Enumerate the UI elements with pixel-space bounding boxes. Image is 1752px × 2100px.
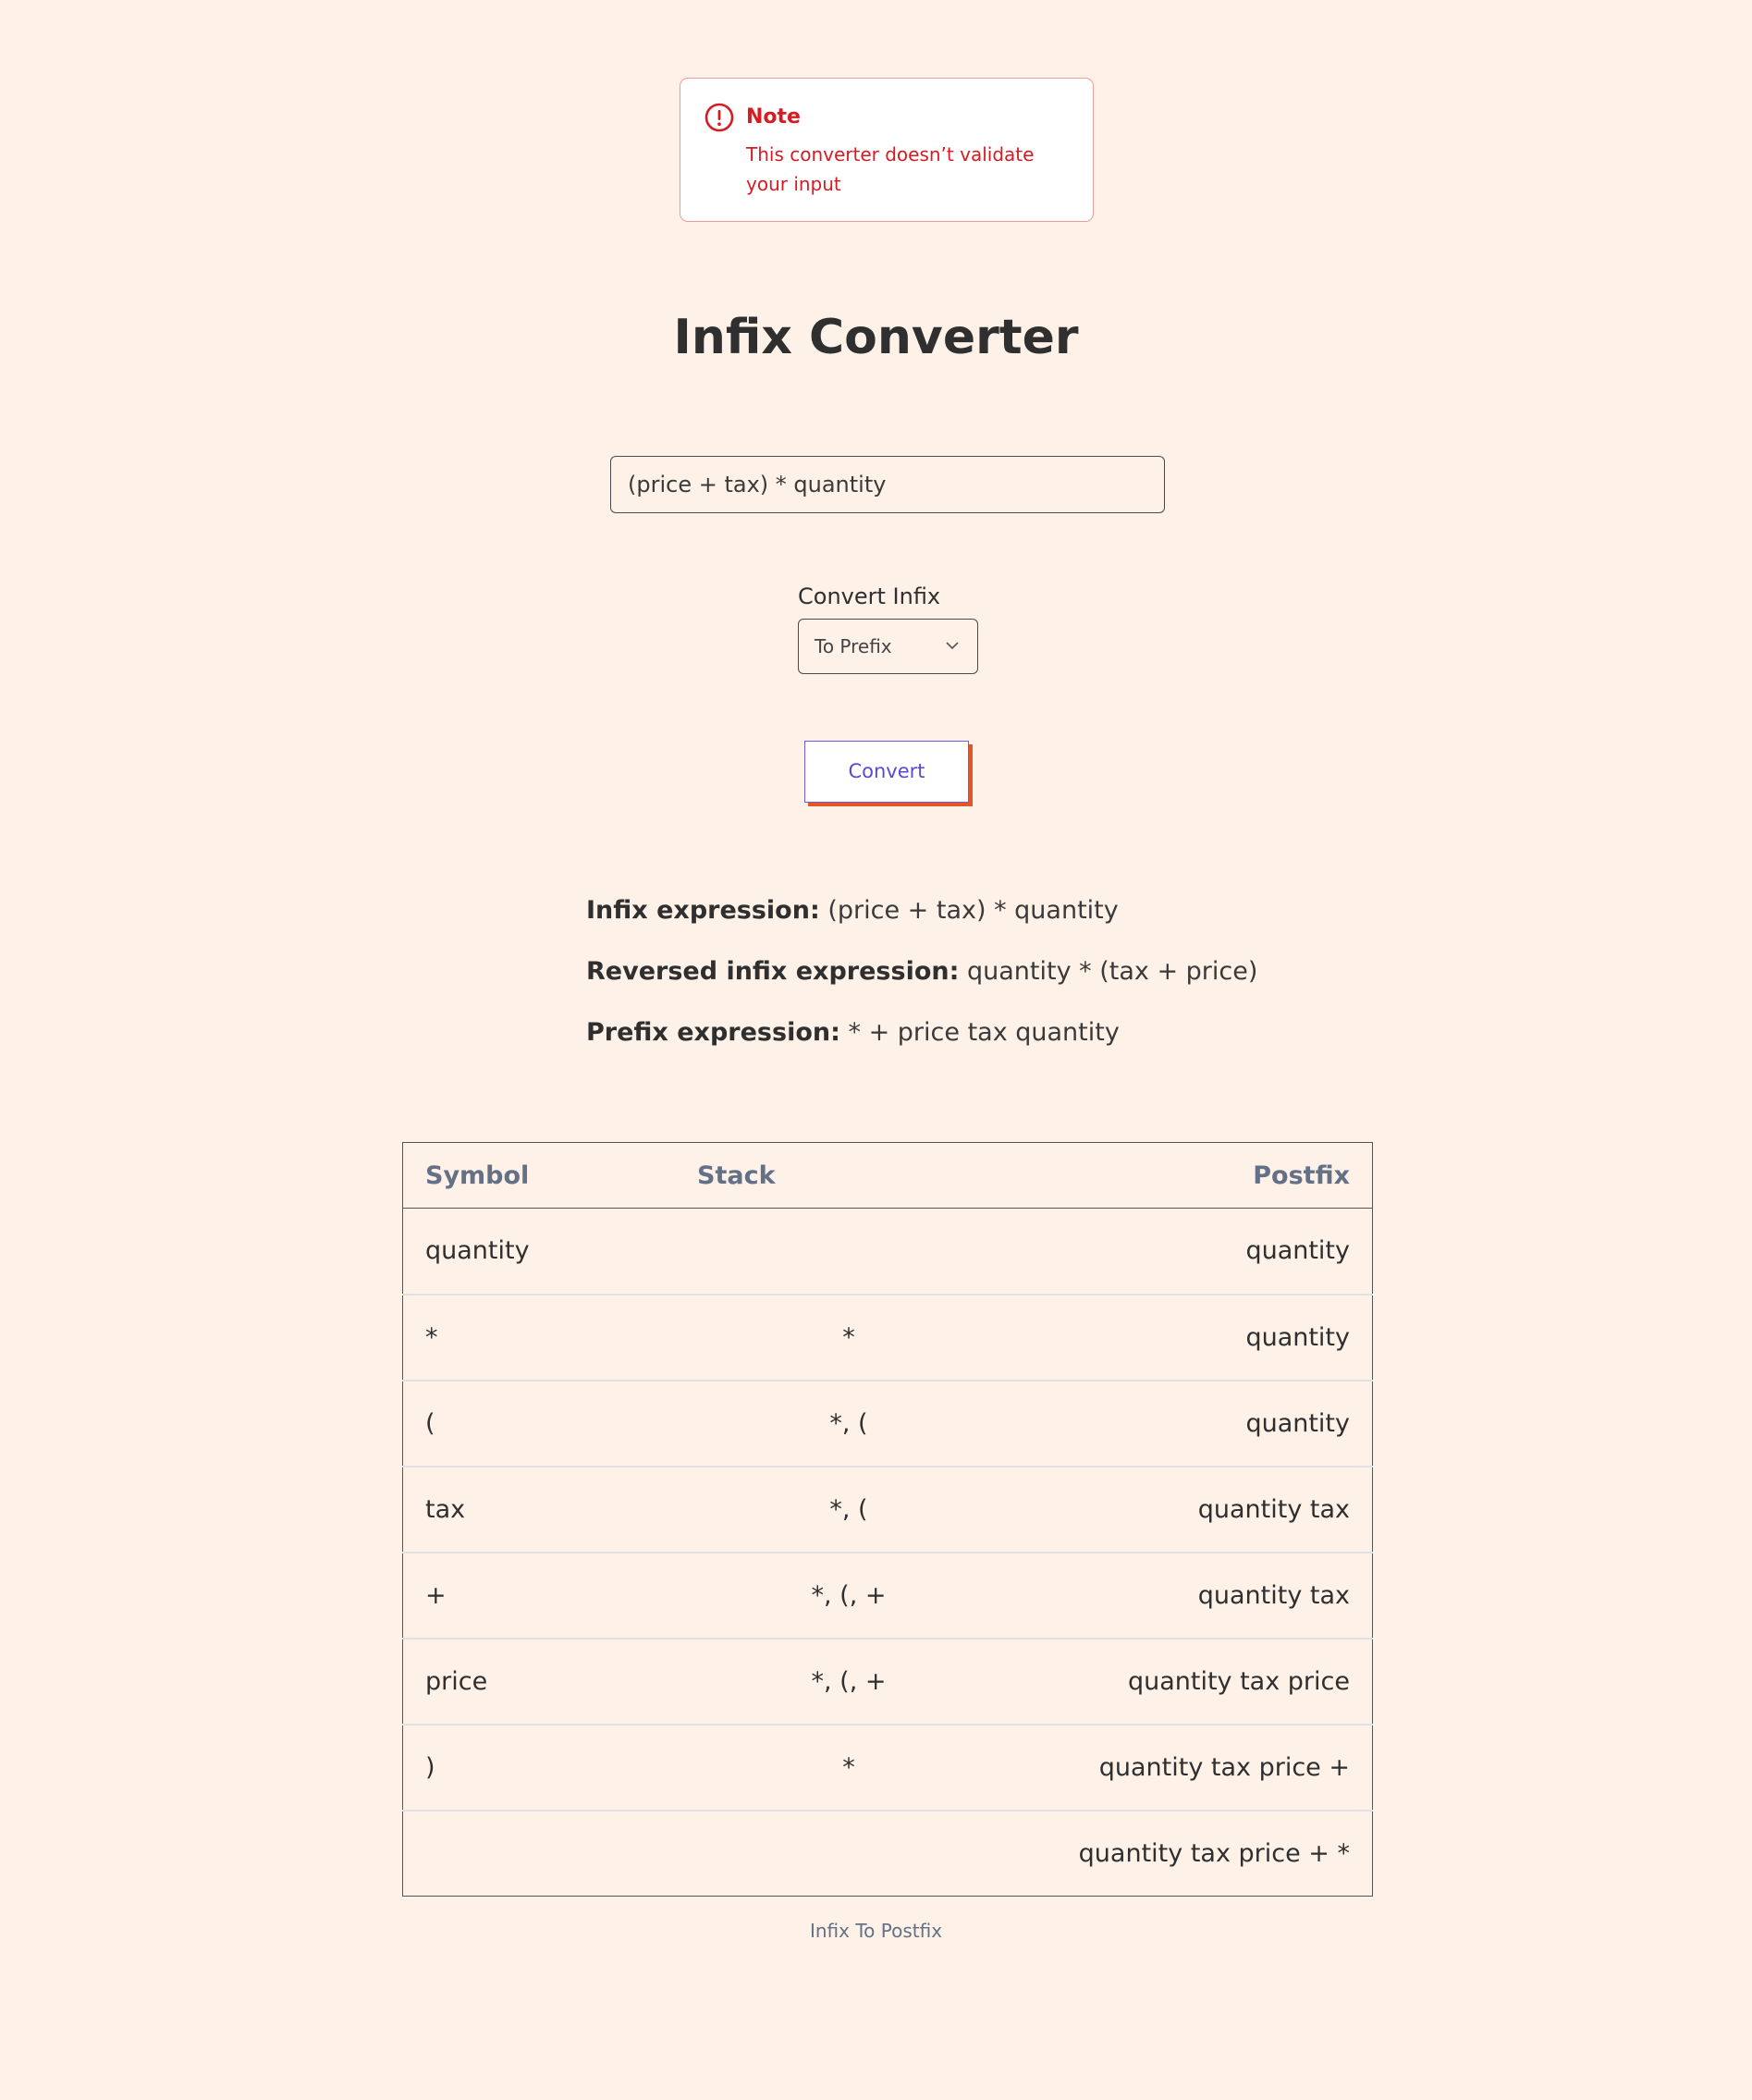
table-row: ) * quantity tax price +: [402, 1725, 1373, 1811]
cell-postfix: quantity tax: [1197, 1580, 1350, 1610]
cell-postfix: quantity tax: [1197, 1494, 1350, 1524]
prefix-expression-value: * + price tax quantity: [848, 1018, 1120, 1047]
page-title: Infix Converter: [673, 310, 1079, 365]
header-postfix: Postfix: [1253, 1161, 1350, 1190]
cell-symbol: +: [425, 1580, 447, 1610]
cell-symbol: tax: [425, 1494, 466, 1524]
cell-symbol: *: [425, 1322, 438, 1352]
cell-stack: *, (, +: [811, 1666, 887, 1696]
reversed-infix-label: Reversed infix expression:: [586, 957, 960, 986]
table-row: tax *, ( quantity tax: [402, 1467, 1373, 1553]
reversed-infix-value: quantity * (tax + price): [967, 957, 1258, 986]
conversion-steps-table: Symbol Stack Postfix quantity quantity *…: [402, 1142, 1373, 1897]
cell-postfix: quantity tax price: [1127, 1666, 1350, 1696]
cell-stack: *: [842, 1322, 855, 1352]
table-row: * * quantity: [402, 1295, 1373, 1381]
infix-expression-label: Infix expression:: [586, 896, 820, 925]
cell-postfix: quantity tax price + *: [1078, 1838, 1350, 1868]
cell-symbol: (: [425, 1408, 435, 1438]
convert-select-label: Convert Infix: [798, 583, 941, 609]
cell-stack: *, (, +: [811, 1580, 887, 1610]
expression-input[interactable]: [610, 456, 1165, 513]
cell-symbol: [403, 1811, 698, 1897]
note-title: Note: [746, 105, 801, 129]
cell-postfix: quantity: [1245, 1236, 1350, 1266]
cell-stack: [697, 1209, 1000, 1295]
cell-stack: *, (: [829, 1494, 868, 1524]
cell-stack: *: [842, 1752, 855, 1782]
reversed-infix-result: Reversed infix expression: quantity * (t…: [586, 955, 1257, 989]
table-header-row: Symbol Stack Postfix: [402, 1143, 1373, 1209]
infix-expression-value: (price + tax) * quantity: [827, 896, 1119, 925]
convert-type-select[interactable]: To Prefix: [798, 619, 978, 674]
cell-postfix: quantity: [1245, 1408, 1350, 1438]
table-row: quantity tax price + *: [403, 1811, 1373, 1897]
table-row: quantity quantity: [402, 1209, 1373, 1295]
header-symbol: Symbol: [425, 1161, 530, 1190]
cell-symbol: quantity: [425, 1236, 530, 1266]
chevron-down-icon: [946, 642, 959, 650]
table-caption: Infix To Postfix: [809, 1920, 943, 1942]
cell-postfix: quantity tax price +: [1098, 1752, 1350, 1782]
convert-type-selected: To Prefix: [815, 635, 892, 657]
table-row: + *, (, + quantity tax: [402, 1553, 1373, 1639]
cell-stack: [697, 1811, 1000, 1897]
cell-postfix: quantity: [1245, 1322, 1350, 1352]
table-row: price *, (, + quantity tax price: [402, 1639, 1373, 1725]
prefix-expression-label: Prefix expression:: [586, 1018, 840, 1047]
header-stack: Stack: [697, 1161, 776, 1190]
note-callout: Note This converter doesn’t validate you…: [680, 78, 1094, 222]
infix-expression-result: Infix expression: (price + tax) * quanti…: [586, 894, 1119, 927]
convert-button[interactable]: Convert: [804, 741, 969, 803]
cell-symbol: price: [425, 1666, 488, 1696]
table-row: ( *, ( quantity: [402, 1381, 1373, 1467]
cell-symbol: ): [425, 1752, 435, 1782]
alert-circle-icon: [704, 103, 734, 132]
cell-stack: *, (: [829, 1408, 868, 1438]
prefix-expression-result: Prefix expression: * + price tax quantit…: [586, 1016, 1120, 1050]
note-text: This converter doesn’t validate your inp…: [746, 143, 1035, 195]
